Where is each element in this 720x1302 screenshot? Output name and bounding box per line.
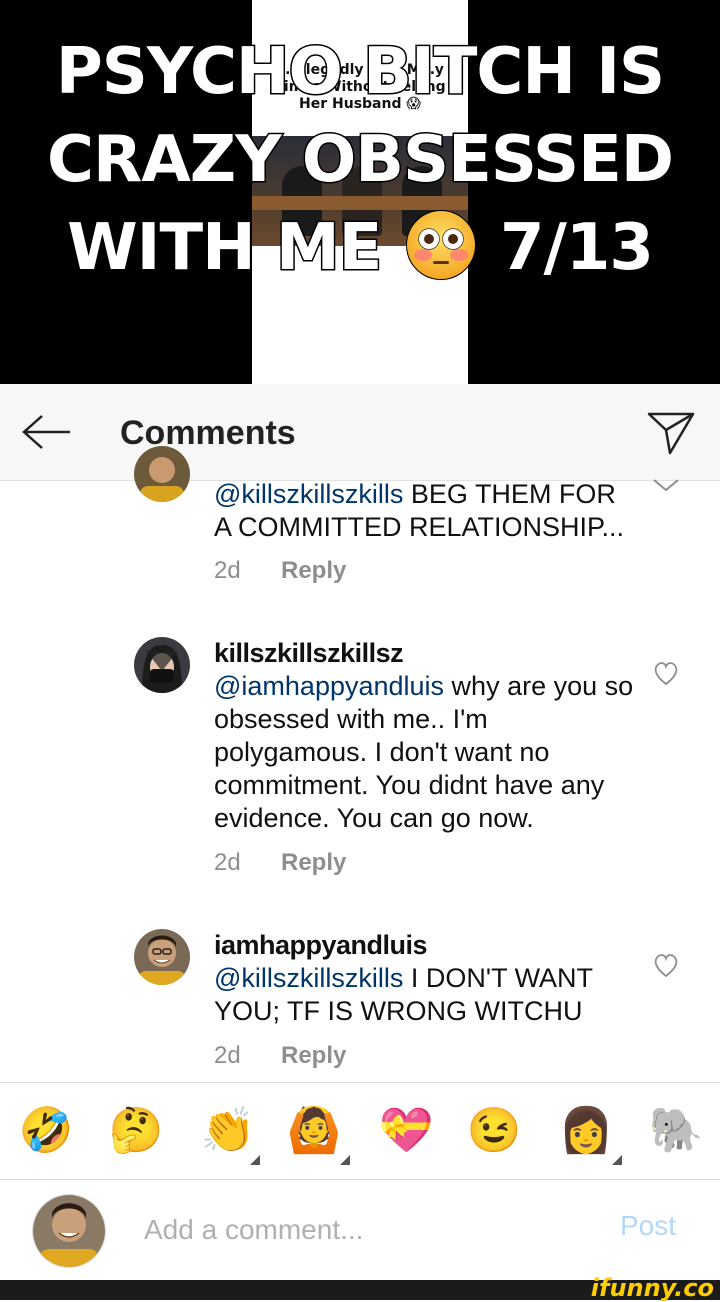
- page-title: Comments: [120, 414, 296, 452]
- comment-text: killszkillszkillsz @iamhappyandluis why …: [214, 637, 634, 835]
- emoji-clapping[interactable]: 👏: [198, 1105, 258, 1157]
- meme-caption: PSYCHO BITCH IS CRAZY OBSESSED WITH ME 7…: [0, 28, 720, 292]
- chevron-down-icon[interactable]: [652, 478, 680, 492]
- comment-mention[interactable]: @iamhappyandluis: [214, 671, 444, 701]
- emoji-elephant[interactable]: 🐘: [646, 1105, 706, 1157]
- comments-header: Comments: [0, 384, 720, 481]
- comment-input[interactable]: [144, 1210, 604, 1250]
- comment-username[interactable]: killszkillszkillsz: [214, 637, 634, 670]
- emoji-gesture-ok[interactable]: 🙆: [284, 1105, 344, 1157]
- skin-tone-indicator-icon: [612, 1155, 622, 1165]
- emoji-thinking[interactable]: 🤔: [106, 1105, 166, 1157]
- comment-meta: 2d Reply: [214, 1042, 346, 1070]
- emoji-quick-bar: 🤣 🤔 👏 🙆 💝 😉 👩 🐘: [0, 1082, 720, 1180]
- reply-button[interactable]: Reply: [281, 557, 346, 585]
- reply-button[interactable]: Reply: [281, 849, 346, 877]
- emoji-wink[interactable]: 😉: [464, 1105, 524, 1157]
- comment-text: @killszkillszkills BEG THEM FOR A COMMIT…: [214, 478, 634, 544]
- paper-plane-icon[interactable]: [646, 408, 696, 458]
- comment-mention[interactable]: @killszkillszkills: [214, 479, 403, 509]
- comment-mention[interactable]: @killszkillszkills: [214, 963, 403, 993]
- caption-line-3: WITH ME 7/13: [0, 204, 720, 292]
- caption-line-3b: 7/13: [498, 210, 655, 287]
- comment-composer: Post: [0, 1180, 720, 1280]
- comment-age: 2d: [214, 849, 241, 876]
- avatar[interactable]: [134, 446, 190, 502]
- caption-line-3a: WITH ME: [66, 210, 384, 287]
- comment-username[interactable]: iamhappyandluis: [214, 929, 624, 962]
- comment-meta: 2d Reply: [214, 849, 346, 877]
- caption-line-2: CRAZY OBSESSED: [46, 122, 676, 199]
- meme-image: …Allegedly …ed M…y Times Without Telling…: [0, 0, 720, 384]
- post-button[interactable]: Post: [620, 1210, 676, 1242]
- avatar[interactable]: [134, 929, 190, 985]
- caption-line-1: PSYCHO BITCH IS: [54, 34, 666, 111]
- comment-age: 2d: [214, 557, 241, 584]
- ifunny-watermark: ifunny.co: [590, 1274, 714, 1302]
- arrow-left-icon[interactable]: [20, 410, 76, 454]
- comment-meta: 2d Reply: [214, 557, 346, 585]
- comment-text: iamhappyandluis @killszkillszkills I DON…: [214, 929, 624, 1028]
- heart-icon[interactable]: [652, 952, 680, 978]
- reply-button[interactable]: Reply: [281, 1042, 346, 1070]
- current-user-avatar: [32, 1194, 106, 1268]
- heart-icon[interactable]: [652, 660, 680, 686]
- comment-age: 2d: [214, 1042, 241, 1069]
- emoji-heart-ribbon[interactable]: 💝: [376, 1105, 436, 1157]
- skin-tone-indicator-icon: [250, 1155, 260, 1165]
- flushed-face-icon: [405, 209, 477, 281]
- avatar[interactable]: [134, 637, 190, 693]
- watermark-bar: ifunny.co: [0, 1274, 720, 1302]
- emoji-woman[interactable]: 👩: [556, 1105, 616, 1157]
- emoji-rofl[interactable]: 🤣: [16, 1105, 76, 1157]
- skin-tone-indicator-icon: [340, 1155, 350, 1165]
